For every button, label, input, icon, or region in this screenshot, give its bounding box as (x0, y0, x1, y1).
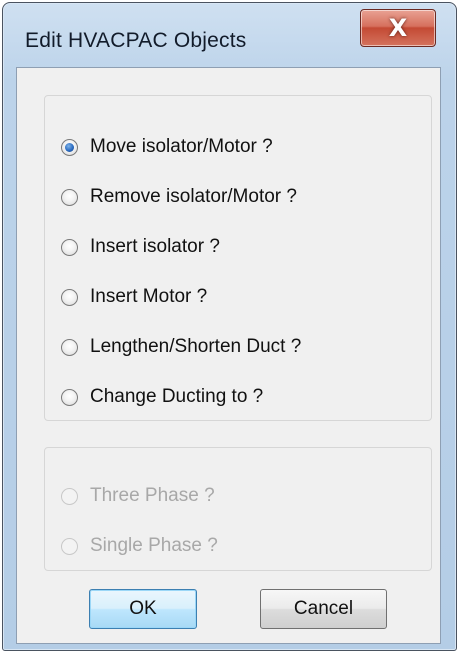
dialog-body: Move isolator/Motor ? Remove isolator/Mo… (16, 67, 441, 644)
phase-options-group: Three Phase ? Single Phase ? (44, 447, 432, 571)
option-insert-isolator[interactable]: Insert isolator ? (61, 232, 220, 262)
radio-button[interactable] (61, 238, 78, 256)
option-label: Three Phase ? (90, 485, 215, 506)
option-label: Insert Motor ? (90, 286, 208, 307)
option-label: Lengthen/Shorten Duct ? (90, 336, 302, 357)
cancel-button[interactable]: Cancel (260, 589, 387, 629)
radio-button[interactable] (61, 188, 78, 206)
option-label: Change Ducting to ? (90, 386, 264, 407)
radio-button[interactable] (61, 288, 78, 306)
dialog-window: Edit HVACPAC Objects X Move isolator/Mot… (2, 2, 457, 651)
option-label: Insert isolator ? (90, 236, 220, 257)
radio-button-disabled (61, 487, 78, 505)
action-options-group: Move isolator/Motor ? Remove isolator/Mo… (44, 95, 432, 421)
option-label: Move isolator/Motor ? (90, 136, 273, 157)
option-change-ducting[interactable]: Change Ducting to ? (61, 382, 263, 412)
option-single-phase: Single Phase ? (61, 531, 218, 561)
radio-button-selected[interactable] (61, 138, 78, 156)
window-title: Edit HVACPAC Objects (25, 29, 247, 52)
close-icon: X (388, 14, 408, 42)
radio-button[interactable] (61, 388, 78, 406)
option-move-isolator-motor[interactable]: Move isolator/Motor ? (61, 132, 273, 162)
close-button[interactable]: X (360, 9, 436, 47)
option-lengthen-shorten-duct[interactable]: Lengthen/Shorten Duct ? (61, 332, 301, 362)
ok-button[interactable]: OK (89, 589, 197, 629)
option-three-phase: Three Phase ? (61, 481, 215, 511)
option-label: Remove isolator/Motor ? (90, 186, 297, 207)
option-remove-isolator-motor[interactable]: Remove isolator/Motor ? (61, 182, 297, 212)
radio-button[interactable] (61, 338, 78, 356)
option-insert-motor[interactable]: Insert Motor ? (61, 282, 207, 312)
radio-button-disabled (61, 537, 78, 555)
option-label: Single Phase ? (90, 535, 218, 556)
